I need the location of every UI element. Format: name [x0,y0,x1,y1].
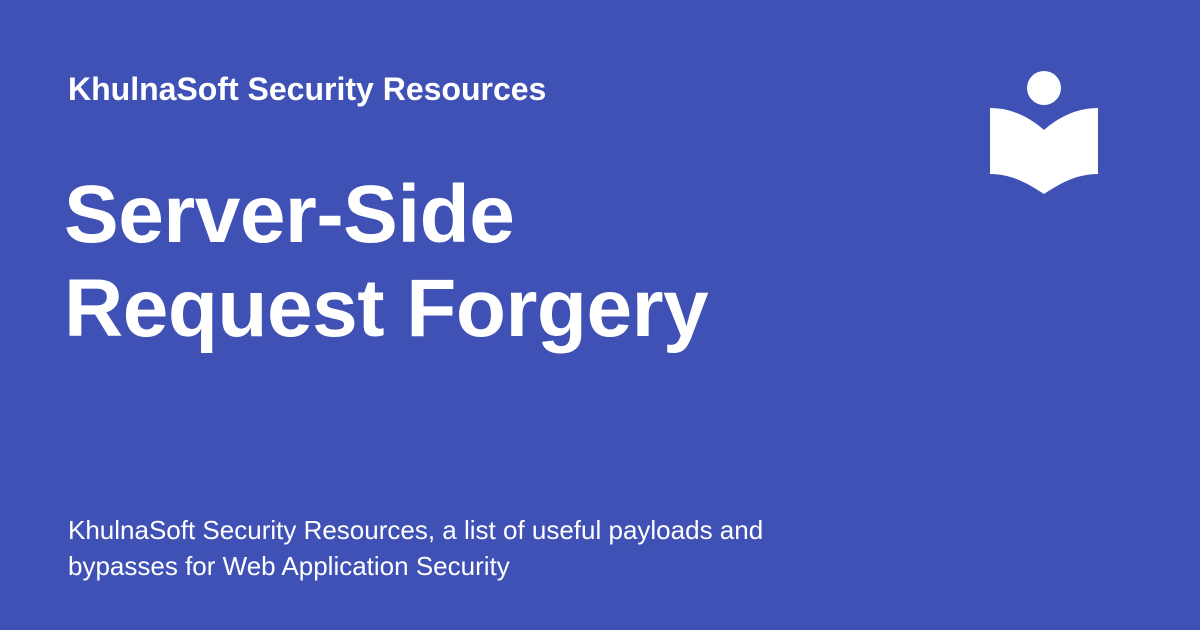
social-card: KhulnaSoft Security Resources Server-Sid… [0,0,1200,630]
page-title: Server-Side Request Forgery [64,168,884,356]
page-title-line-2: Request Forgery [64,263,709,354]
reading-person-book-icon [988,70,1100,196]
site-name: KhulnaSoft Security Resources [68,71,547,107]
page-title-line-1: Server-Side [64,169,515,260]
page-description: KhulnaSoft Security Resources, a list of… [68,515,764,581]
